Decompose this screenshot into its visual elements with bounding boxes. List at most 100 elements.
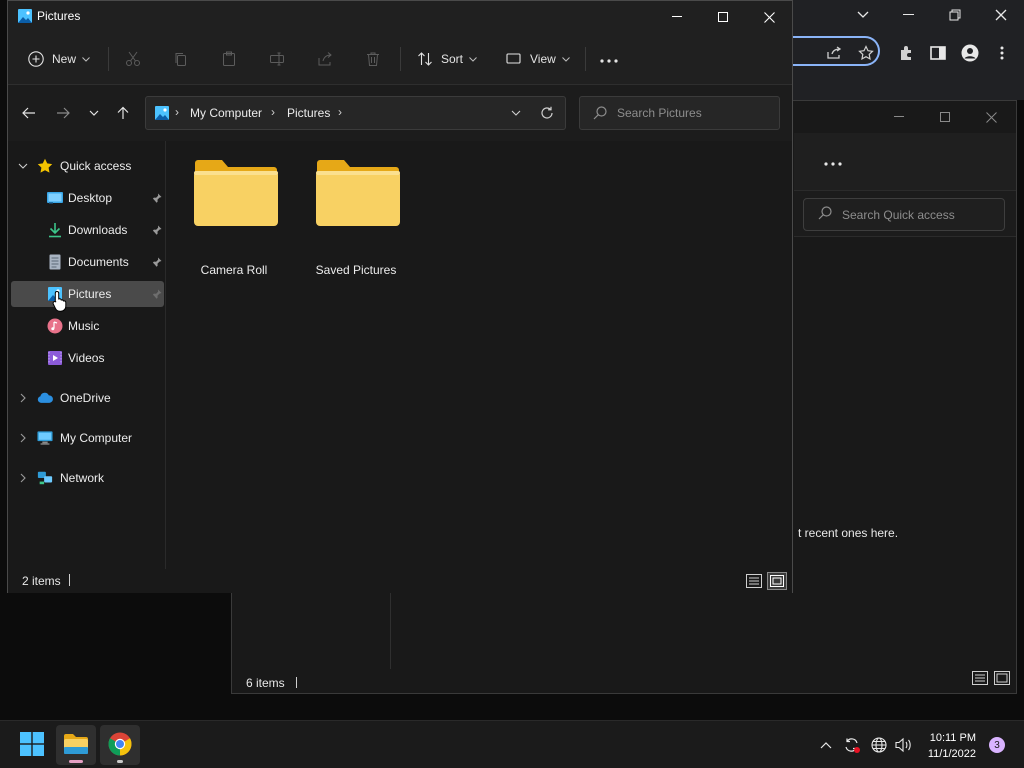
- toolbar-separator: [585, 47, 586, 71]
- details-view-icon[interactable]: [972, 671, 988, 688]
- chevron-right-icon[interactable]: [17, 391, 29, 405]
- rename-icon[interactable]: [269, 45, 285, 73]
- taskbar-file-explorer[interactable]: [56, 725, 96, 765]
- chevron-down-icon[interactable]: [840, 0, 886, 30]
- notification-badge[interactable]: 3: [989, 737, 1005, 753]
- start-button[interactable]: [12, 725, 52, 765]
- pin-icon[interactable]: [152, 256, 162, 270]
- nav-item-downloads[interactable]: Downloads: [11, 217, 164, 243]
- search-box[interactable]: [579, 96, 780, 130]
- nav-item-videos[interactable]: Videos: [11, 345, 164, 371]
- cut-icon[interactable]: [125, 45, 141, 73]
- share-icon[interactable]: [822, 41, 846, 65]
- nav-item-documents[interactable]: Documents: [11, 249, 164, 275]
- share-icon[interactable]: [317, 45, 333, 73]
- sync-alert-icon[interactable]: [842, 733, 862, 757]
- pin-icon[interactable]: [152, 288, 162, 302]
- extensions-icon[interactable]: [894, 41, 918, 65]
- nav-item-label: Videos: [68, 351, 105, 365]
- plus-circle-icon: [28, 51, 44, 67]
- details-view-icon[interactable]: [744, 572, 764, 590]
- background-view-toggles: [972, 671, 1010, 688]
- nav-my-computer[interactable]: My Computer: [11, 425, 164, 451]
- restore-icon[interactable]: [932, 0, 978, 30]
- recent-locations-icon[interactable]: [82, 101, 106, 125]
- new-button[interactable]: New: [28, 45, 90, 73]
- address-history-icon[interactable]: [505, 102, 527, 124]
- tiles-view-icon[interactable]: [767, 572, 787, 590]
- more-options-icon[interactable]: [824, 155, 842, 169]
- sort-button[interactable]: Sort: [417, 45, 477, 73]
- chevron-up-icon[interactable]: [818, 733, 834, 757]
- profile-icon[interactable]: [958, 41, 982, 65]
- breadcrumb-chevron-icon[interactable]: ›: [271, 105, 275, 119]
- breadcrumb-chevron-icon[interactable]: ›: [338, 105, 342, 119]
- star-icon[interactable]: [854, 41, 878, 65]
- folder-item[interactable]: Saved Pictures: [301, 159, 411, 277]
- breadcrumb-pictures[interactable]: Pictures: [287, 106, 330, 120]
- nav-item-music[interactable]: Music: [11, 313, 164, 339]
- view-label: View: [530, 52, 556, 66]
- browser-caption-bar: [790, 0, 1024, 30]
- minimize-icon[interactable]: [876, 101, 922, 133]
- nav-item-label: Documents: [68, 255, 129, 269]
- pictures-folder-icon: [155, 106, 169, 123]
- chevron-right-icon[interactable]: [17, 471, 29, 485]
- side-panel-icon[interactable]: [926, 41, 950, 65]
- breadcrumb-chevron-icon[interactable]: ›: [175, 105, 179, 119]
- maximize-icon[interactable]: [700, 1, 746, 33]
- chevron-right-icon[interactable]: [17, 431, 29, 445]
- nav-quick-access[interactable]: Quick access: [11, 153, 164, 179]
- view-button[interactable]: View: [506, 45, 570, 73]
- close-icon[interactable]: [968, 101, 1014, 133]
- more-options-icon: [600, 52, 618, 66]
- pin-icon[interactable]: [152, 192, 162, 206]
- close-icon[interactable]: [978, 0, 1024, 30]
- taskbar-chrome[interactable]: [100, 725, 140, 765]
- chevron-down-icon[interactable]: [17, 159, 29, 173]
- nav-onedrive[interactable]: OneDrive: [11, 385, 164, 411]
- running-app-indicator: [117, 760, 123, 763]
- system-clock[interactable]: 10:11 PM 11/1/2022: [928, 730, 976, 762]
- back-arrow-icon[interactable]: [17, 101, 41, 125]
- navigation-pane: Quick access Desktop Downloads Documents…: [8, 141, 166, 569]
- pin-icon[interactable]: [152, 224, 162, 238]
- refresh-icon[interactable]: [536, 102, 558, 124]
- maximize-icon[interactable]: [922, 101, 968, 133]
- status-separator: [69, 574, 70, 586]
- star-icon: [37, 158, 53, 174]
- chrome-icon: [108, 732, 132, 759]
- breadcrumb-my-computer[interactable]: My Computer: [190, 106, 262, 120]
- up-arrow-icon[interactable]: [111, 101, 135, 125]
- nav-item-desktop[interactable]: Desktop: [11, 185, 164, 211]
- nav-item-pictures[interactable]: Pictures: [11, 281, 164, 307]
- view-icon: [506, 52, 522, 66]
- cloud-icon: [37, 390, 53, 406]
- paste-icon[interactable]: [221, 45, 237, 73]
- chevron-down-icon: [82, 56, 90, 62]
- close-icon[interactable]: [746, 1, 792, 33]
- download-icon: [47, 222, 63, 238]
- more-vert-icon[interactable]: [990, 41, 1014, 65]
- volume-icon[interactable]: [893, 733, 913, 757]
- copy-icon[interactable]: [173, 45, 189, 73]
- background-status-count: 6 items: [246, 676, 298, 690]
- delete-icon[interactable]: [365, 45, 381, 73]
- minimize-icon[interactable]: [886, 0, 932, 30]
- status-bar: 2 items: [8, 569, 792, 593]
- more-options-button[interactable]: [600, 45, 618, 73]
- search-input[interactable]: [617, 106, 767, 120]
- background-empty-message: t recent ones here.: [798, 526, 899, 540]
- folder-item[interactable]: Camera Roll: [179, 159, 289, 277]
- address-row: › My Computer › Pictures ›: [8, 85, 792, 141]
- forward-arrow-icon[interactable]: [51, 101, 75, 125]
- search-icon: [593, 106, 607, 120]
- tiles-view-icon[interactable]: [994, 671, 1010, 688]
- clock-time: 10:11 PM: [929, 732, 976, 744]
- background-search-box[interactable]: Search Quick access: [803, 198, 1005, 231]
- minimize-icon[interactable]: [654, 1, 700, 33]
- nav-network[interactable]: Network: [11, 465, 164, 491]
- globe-icon[interactable]: [870, 733, 888, 757]
- address-bar[interactable]: › My Computer › Pictures ›: [145, 96, 566, 130]
- title-bar[interactable]: Pictures: [8, 1, 792, 33]
